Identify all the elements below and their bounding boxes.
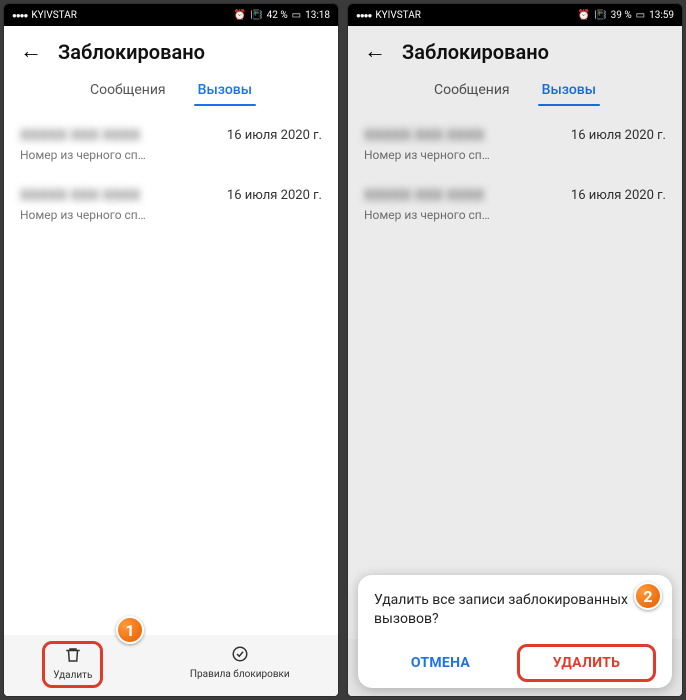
confirm-dialog: Удалить все записи заблокированных вызов… xyxy=(358,575,672,688)
item-date: 16 июля 2020 г. xyxy=(571,126,666,143)
blocked-list: XXXXX XXX XXXX Номер из черного сп… 16 и… xyxy=(348,106,682,639)
battery-icon: ▭ xyxy=(292,10,301,21)
vibrate-icon: 📳 xyxy=(594,10,606,21)
phone-number: XXXXX XXX XXXX xyxy=(364,186,490,204)
cancel-button[interactable]: ОТМЕНА xyxy=(374,645,507,681)
tabs: Сообщения Вызовы xyxy=(348,70,682,106)
dialog-message: Удалить все записи заблокированных вызов… xyxy=(374,591,656,630)
bottom-bar: Удалить Правила блокировки xyxy=(4,635,338,696)
back-icon[interactable]: ← xyxy=(20,41,42,63)
time-label: 13:59 xyxy=(649,10,674,21)
screenshot-left: ●●●● KYIVSTAR ⏰ 📳 42 % ▭ 13:18 ← Заблоки… xyxy=(4,4,338,696)
header: ← Заблокировано xyxy=(348,26,682,70)
battery-label: 39 % xyxy=(611,10,632,21)
phone-number: XXXXX XXX XXXX xyxy=(364,126,490,144)
tab-messages[interactable]: Сообщения xyxy=(430,76,514,106)
list-item[interactable]: XXXXX XXX XXXX Номер из черного сп… 16 и… xyxy=(20,116,322,176)
item-date: 16 июля 2020 г. xyxy=(571,186,666,203)
delete-label: Удалить xyxy=(53,670,92,681)
vibrate-icon: 📳 xyxy=(250,10,262,21)
alarm-icon: ⏰ xyxy=(234,10,246,21)
page-title: Заблокировано xyxy=(58,40,205,64)
signal-icon: ●●●● xyxy=(356,11,371,20)
list-item[interactable]: XXXXX XXX XXXX Номер из черного сп… 16 и… xyxy=(364,176,666,236)
back-icon[interactable]: ← xyxy=(364,41,386,63)
phone-number: XXXXX XXX XXXX xyxy=(20,126,146,144)
annotation-badge-2: 2 xyxy=(634,582,662,610)
item-date: 16 июля 2020 г. xyxy=(227,186,322,203)
page-title: Заблокировано xyxy=(402,40,549,64)
battery-label: 42 % xyxy=(267,10,288,21)
carrier-label: KYIVSTAR xyxy=(31,10,77,21)
header: ← Заблокировано xyxy=(4,26,338,70)
carrier-label: KYIVSTAR xyxy=(375,10,421,21)
time-label: 13:18 xyxy=(305,10,330,21)
delete-button[interactable]: Удалить xyxy=(42,641,103,688)
status-bar: ●●●● KYIVSTAR ⏰ 📳 39 % ▭ 13:59 xyxy=(348,4,682,26)
blocked-list: XXXXX XXX XXXX Номер из черного сп… 16 и… xyxy=(4,106,338,635)
annotation-badge-1: 1 xyxy=(116,616,144,644)
tabs: Сообщения Вызовы xyxy=(4,70,338,106)
item-desc: Номер из черного сп… xyxy=(20,208,146,222)
trash-icon xyxy=(64,646,82,668)
hand-icon xyxy=(231,645,249,667)
rules-label: Правила блокировки xyxy=(190,669,290,680)
tab-messages[interactable]: Сообщения xyxy=(86,76,170,106)
list-item[interactable]: XXXXX XXX XXXX Номер из черного сп… 16 и… xyxy=(20,176,322,236)
item-desc: Номер из черного сп… xyxy=(364,208,490,222)
screenshot-right: ●●●● KYIVSTAR ⏰ 📳 39 % ▭ 13:59 ← Заблоки… xyxy=(348,4,682,696)
item-desc: Номер из черного сп… xyxy=(364,148,490,162)
rules-button[interactable]: Правила блокировки xyxy=(180,641,300,688)
battery-icon: ▭ xyxy=(636,10,645,21)
confirm-delete-button[interactable]: УДАЛИТЬ xyxy=(517,644,656,682)
signal-icon: ●●●● xyxy=(12,11,27,20)
item-date: 16 июля 2020 г. xyxy=(227,126,322,143)
list-item[interactable]: XXXXX XXX XXXX Номер из черного сп… 16 и… xyxy=(364,116,666,176)
tab-calls[interactable]: Вызовы xyxy=(538,76,600,106)
alarm-icon: ⏰ xyxy=(578,10,590,21)
status-bar: ●●●● KYIVSTAR ⏰ 📳 42 % ▭ 13:18 xyxy=(4,4,338,26)
tab-calls[interactable]: Вызовы xyxy=(194,76,256,106)
item-desc: Номер из черного сп… xyxy=(20,148,146,162)
phone-number: XXXXX XXX XXXX xyxy=(20,186,146,204)
